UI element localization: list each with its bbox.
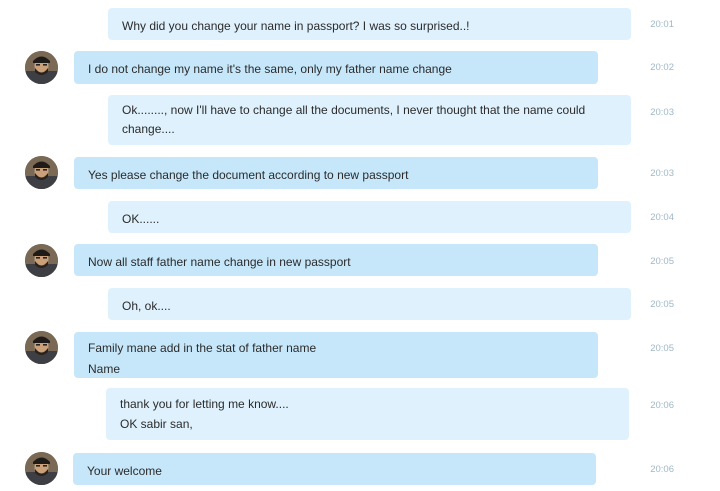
message-text: Ok........, now I'll have to change all …	[122, 103, 586, 117]
message-text: thank you for letting me know....	[120, 397, 289, 411]
message-timestamp: 20:06	[650, 400, 674, 411]
avatar-icon	[25, 156, 58, 189]
message-text: Your welcome	[87, 464, 162, 478]
message-timestamp: 20:05	[650, 256, 674, 267]
message-text: OK sabir san,	[120, 417, 193, 431]
message-timestamp: 20:05	[650, 343, 674, 354]
incoming-message-bubble[interactable]: Yes please change the document according…	[74, 157, 598, 189]
message-text: change....	[122, 122, 175, 136]
contact-avatar[interactable]	[25, 452, 58, 485]
outgoing-message-bubble[interactable]: OK......	[108, 201, 631, 233]
message-text: Family mane add in the stat of father na…	[88, 341, 317, 355]
message-timestamp: 20:06	[650, 464, 674, 475]
avatar-icon	[25, 452, 58, 485]
message-text: Why did you change your name in passport…	[122, 19, 470, 33]
avatar-icon	[25, 51, 58, 84]
outgoing-message-bubble[interactable]: Ok........, now I'll have to change all …	[108, 95, 631, 145]
message-timestamp: 20:04	[650, 212, 674, 223]
incoming-message-bubble[interactable]: Family mane add in the stat of father na…	[74, 332, 598, 378]
outgoing-message-bubble[interactable]: Why did you change your name in passport…	[108, 8, 631, 40]
message-text: Yes please change the document according…	[88, 168, 409, 182]
message-timestamp: 20:05	[650, 299, 674, 310]
avatar-icon	[25, 244, 58, 277]
contact-avatar[interactable]	[25, 244, 58, 277]
message-text: I do not change my name it's the same, o…	[88, 62, 452, 76]
incoming-message-bubble[interactable]: Now all staff father name change in new …	[74, 244, 598, 276]
contact-avatar[interactable]	[25, 51, 58, 84]
message-text: Oh, ok....	[122, 299, 171, 313]
message-timestamp: 20:03	[650, 168, 674, 179]
message-timestamp: 20:01	[650, 19, 674, 30]
message-text: Name	[88, 362, 121, 376]
incoming-message-bubble[interactable]: I do not change my name it's the same, o…	[74, 51, 598, 84]
outgoing-message-bubble[interactable]: Oh, ok....	[108, 288, 631, 320]
outgoing-message-bubble[interactable]: thank you for letting me know.... OK sab…	[106, 388, 629, 440]
message-text: OK......	[122, 212, 160, 226]
contact-avatar[interactable]	[25, 156, 58, 189]
incoming-message-bubble[interactable]: Your welcome	[73, 453, 596, 485]
message-text: Now all staff father name change in new …	[88, 255, 351, 269]
contact-avatar[interactable]	[25, 331, 58, 364]
message-timestamp: 20:03	[650, 107, 674, 118]
avatar-icon	[25, 331, 58, 364]
message-timestamp: 20:02	[650, 62, 674, 73]
chat-window: { "conversation": { "messages": [ { "dir…	[0, 0, 720, 491]
